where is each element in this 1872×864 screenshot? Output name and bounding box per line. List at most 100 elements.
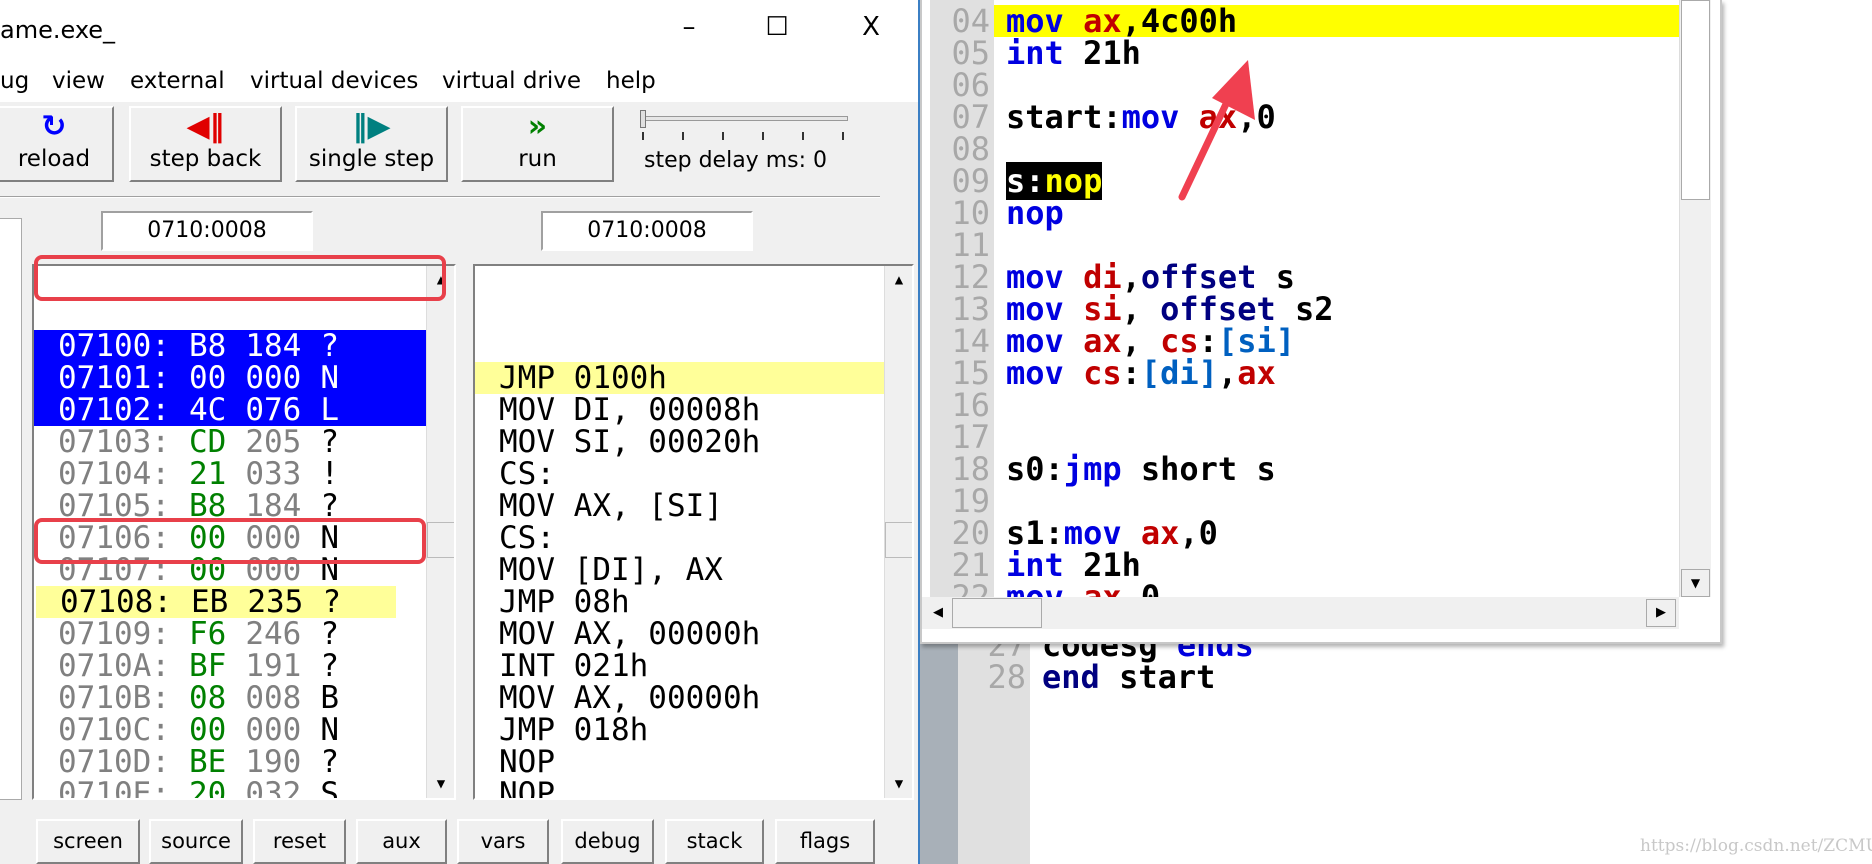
disasm-scrollbar[interactable]: ▲ ▼ [884, 266, 912, 798]
scrollbar-thumb[interactable] [885, 522, 912, 558]
disassembly-list[interactable]: JMP 0100h MOV DI, 00008h MOV SI, 00020h CS:… [473, 264, 914, 800]
disasm-row[interactable]: NOP [475, 746, 885, 778]
memory-row[interactable]: 07100: B8 184? [34, 330, 426, 362]
close-button[interactable]: X [846, 12, 896, 48]
memory-hex: 08 [188, 680, 227, 716]
vertical-scrollbar[interactable]: ▼ [1679, 0, 1711, 597]
screen-button[interactable]: screen [36, 819, 140, 864]
menu-item-help[interactable]: help [606, 68, 656, 94]
code-token-txt: 21h [1063, 34, 1141, 72]
maximize-button[interactable]: ☐ [752, 12, 802, 48]
step-delay-slider[interactable]: step delay ms: 0 [640, 106, 850, 182]
menu-item-virtual-devices[interactable]: virtual devices [250, 68, 418, 94]
disasm-row[interactable]: JMP 08h [475, 586, 885, 618]
disasm-row[interactable]: MOV [DI], AX [475, 554, 885, 586]
stack-button[interactable]: stack [665, 819, 764, 864]
scroll-down-arrow-icon[interactable]: ▼ [427, 770, 454, 798]
scrollbar-thumb[interactable] [1681, 0, 1710, 200]
disasm-row[interactable]: JMP 0100h [475, 362, 885, 394]
debug-button[interactable]: debug [561, 819, 654, 864]
disasm-row[interactable]: INT 021h [475, 650, 885, 682]
memory-row[interactable]: 0710D: BE 190? [34, 746, 426, 778]
disasm-row[interactable]: JMP 018h [475, 714, 885, 746]
code-line[interactable]: 07start:mov ax,0 [930, 101, 1680, 133]
code-line[interactable]: 21 int 21h [930, 549, 1680, 581]
code-line[interactable]: 12 mov di,offset s [930, 261, 1680, 293]
memory-row[interactable]: 07109: F6 246? [34, 618, 426, 650]
code-line[interactable]: 09 s:nop [930, 162, 1680, 200]
disasm-row[interactable]: CS: [475, 522, 885, 554]
code-line[interactable]: 15 mov cs:[di],ax [930, 357, 1680, 389]
disasm-row[interactable]: CS: [475, 458, 885, 490]
memory-row[interactable]: 07108: EB 235? [36, 586, 396, 618]
code-line[interactable]: 18 s0:jmp short s [930, 453, 1680, 485]
memory-row[interactable]: 0710E: 20 032 S [34, 778, 426, 798]
code-line[interactable]: 20 s1:mov ax,0 [930, 517, 1680, 549]
memory-hex: 00 [188, 360, 227, 396]
code-line[interactable]: 16 [930, 389, 1680, 421]
flags-button[interactable]: flags [775, 819, 875, 864]
code-line[interactable]: 11 [930, 229, 1680, 261]
side-panel [0, 218, 22, 800]
code-area[interactable]: 04mov ax,4c00h05int 21h0607start:mov ax,… [930, 5, 1680, 597]
memory-row[interactable]: 07103: CD 205? [34, 426, 426, 458]
code-token-reg: cs [1083, 354, 1122, 392]
code-line[interactable]: 17 [930, 421, 1680, 453]
line-number: 18 [930, 453, 994, 485]
code-line[interactable]: 22 mov ax,0 [930, 581, 1680, 597]
run-button[interactable]: » run [461, 106, 614, 182]
minimize-button[interactable]: – [664, 12, 714, 48]
memory-address-input[interactable]: 0710:0008 [101, 211, 313, 251]
memory-row[interactable]: 0710A: BF 191? [34, 650, 426, 682]
vars-button[interactable]: vars [457, 819, 549, 864]
code-token-txt: ,0 [1179, 514, 1218, 552]
scroll-left-arrow-icon[interactable]: ◀ [924, 599, 952, 627]
code-line[interactable]: 05 int 21h [930, 37, 1680, 69]
horizontal-scrollbar[interactable]: ◀ ▶ [922, 597, 1679, 629]
line-number: 19 [930, 485, 994, 517]
code-line[interactable]: 13 mov si, offset s2 [930, 293, 1680, 325]
disasm-address-input[interactable]: 0710:0008 [541, 211, 753, 251]
memory-row[interactable]: 07104: 21 033! [34, 458, 426, 490]
reload-button[interactable]: ↻ reload [0, 106, 114, 182]
slider-thumb[interactable] [640, 110, 646, 128]
memory-decimal: 184 [245, 328, 302, 364]
step-back-button[interactable]: ◀‖ step back [129, 106, 282, 182]
menu-item-virtual-drive[interactable]: virtual drive [442, 68, 581, 94]
disasm-row[interactable]: MOV AX, 00000h [475, 618, 885, 650]
source-button[interactable]: source [149, 819, 243, 864]
scrollbar-thumb[interactable] [427, 522, 454, 558]
aux-button[interactable]: aux [356, 819, 447, 864]
scroll-up-arrow-icon[interactable]: ▲ [885, 266, 912, 294]
highlight-box [34, 518, 426, 564]
line-content: mov ax, cs:[si] [994, 325, 1680, 357]
h-scrollbar-thumb[interactable] [952, 598, 1042, 628]
disasm-row[interactable]: MOV DI, 00008h [475, 394, 885, 426]
code-line[interactable]: 04 mov ax,4c00h [930, 5, 1680, 37]
code-line[interactable]: 19 [930, 485, 1680, 517]
menu-item-external[interactable]: external [130, 68, 225, 94]
code-line[interactable]: 28 end start [960, 661, 1860, 693]
code-line[interactable]: 06 [930, 69, 1680, 101]
disasm-row[interactable]: MOV SI, 00020h [475, 426, 885, 458]
reset-button[interactable]: reset [253, 819, 346, 864]
memory-scrollbar[interactable]: ▲ ▼ [426, 266, 454, 798]
memory-row[interactable]: 0710B: 08 008 B [34, 682, 426, 714]
disasm-row[interactable]: NOP [475, 778, 885, 798]
code-line[interactable]: 14 mov ax, cs:[si] [930, 325, 1680, 357]
scroll-right-arrow-icon[interactable]: ▶ [1646, 599, 1676, 627]
menu-item-ug[interactable]: ug [0, 68, 29, 94]
code-line[interactable]: 10 nop [930, 197, 1680, 229]
memory-row[interactable]: 07102: 4C 076 L [34, 394, 426, 426]
memory-row[interactable]: 0710C: 00 000 N [34, 714, 426, 746]
memory-row[interactable]: 07101: 00 000 N [34, 362, 426, 394]
scroll-down-arrow-icon[interactable]: ▼ [1681, 569, 1710, 597]
disasm-row[interactable]: MOV AX, 00000h [475, 682, 885, 714]
slider-track[interactable] [642, 116, 848, 121]
code-line[interactable]: 08 [930, 133, 1680, 165]
scroll-down-arrow-icon[interactable]: ▼ [885, 770, 912, 798]
disasm-row[interactable]: MOV AX, [SI] [475, 490, 885, 522]
single-step-button[interactable]: ‖▶ single step [295, 106, 448, 182]
menu-item-view[interactable]: view [52, 68, 105, 94]
